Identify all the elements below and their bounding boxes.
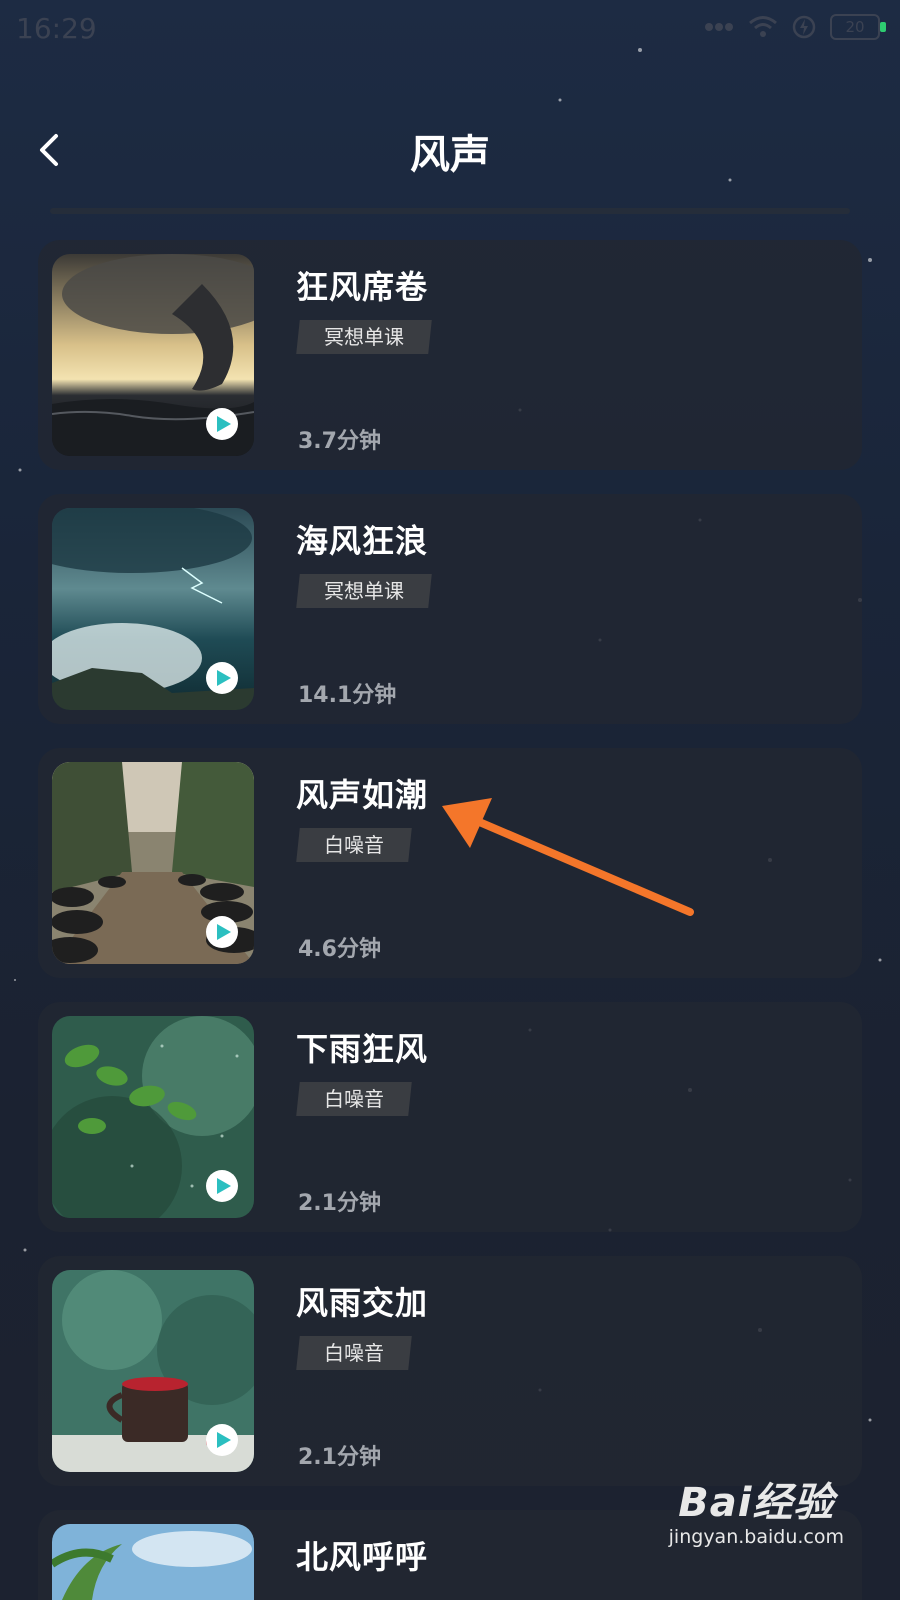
play-icon: [216, 1432, 231, 1448]
annotation-arrow-icon: [442, 798, 694, 916]
wifi-icon: [749, 16, 777, 37]
play-button[interactable]: [206, 408, 238, 440]
page-title: 风声: [410, 132, 490, 178]
play-icon: [216, 416, 231, 432]
item-tag-label: 冥想单课: [324, 579, 404, 603]
item-tag: 冥想单课: [296, 574, 432, 608]
watermark-logo: Bai经验: [678, 1480, 835, 1526]
charging-icon: [792, 15, 816, 39]
item-tag-label: 冥想单课: [324, 325, 404, 349]
status-time: 16:29: [16, 12, 97, 45]
baidu-jingyan-watermark: Bai经验 jingyan.baidu.com: [669, 1470, 844, 1548]
battery-icon: 20: [830, 14, 886, 40]
thumbnail-rain-leaves[interactable]: [52, 1016, 254, 1218]
header-divider: [50, 208, 850, 214]
item-duration: 14.1分钟: [298, 683, 397, 708]
item-title: 下雨狂风: [296, 1030, 429, 1068]
item-duration: 2.1分钟: [298, 1191, 381, 1216]
thumbnail-jungle-path[interactable]: [52, 762, 254, 964]
item-duration: 4.6分钟: [298, 937, 381, 962]
item-tag: 冥想单课: [296, 320, 432, 354]
item-duration: 3.7分钟: [298, 429, 381, 454]
list-item[interactable]: 海风狂浪 冥想单课 14.1分钟: [38, 494, 862, 724]
palm-sky-image: [52, 1524, 254, 1600]
thumbnail-tornado[interactable]: [52, 254, 254, 456]
play-button[interactable]: [206, 662, 238, 694]
status-icons: 20: [704, 14, 886, 40]
item-title: 海风狂浪: [296, 522, 429, 560]
item-tag-label: 白噪音: [324, 833, 384, 857]
item-title: 狂风席卷: [296, 268, 429, 306]
play-button[interactable]: [206, 1170, 238, 1202]
battery-level: 20: [845, 18, 865, 36]
item-tag: 白噪音: [296, 1336, 412, 1370]
signal-dots-icon: [705, 23, 733, 31]
list-item[interactable]: 下雨狂风 白噪音 2.1分钟: [38, 1002, 862, 1232]
item-tag-label: 白噪音: [324, 1087, 384, 1111]
play-button[interactable]: [206, 1424, 238, 1456]
list-item[interactable]: 狂风席卷 冥想单课 3.7分钟: [38, 240, 862, 470]
thumbnail-palm-sky[interactable]: [52, 1524, 254, 1600]
play-icon: [216, 1178, 231, 1194]
page-header: 风声: [0, 100, 900, 200]
item-title: 北风呼呼: [296, 1538, 429, 1576]
watermark-site: jingyan.baidu.com: [668, 1526, 844, 1548]
item-title: 风雨交加: [296, 1284, 429, 1322]
list-item[interactable]: 风雨交加 白噪音 2.1分钟: [38, 1256, 862, 1486]
item-duration: 2.1分钟: [298, 1445, 381, 1470]
thumbnail-stormy-sea[interactable]: [52, 508, 254, 710]
status-bar: 16:29 20: [0, 0, 900, 62]
thumbnail-rainy-window[interactable]: [52, 1270, 254, 1472]
item-tag: 白噪音: [296, 1082, 412, 1116]
item-tag-label: 白噪音: [324, 1341, 384, 1365]
play-icon: [216, 924, 231, 940]
play-icon: [216, 670, 231, 686]
item-title: 风声如潮: [296, 776, 429, 814]
item-tag: 白噪音: [296, 828, 412, 862]
play-button[interactable]: [206, 916, 238, 948]
